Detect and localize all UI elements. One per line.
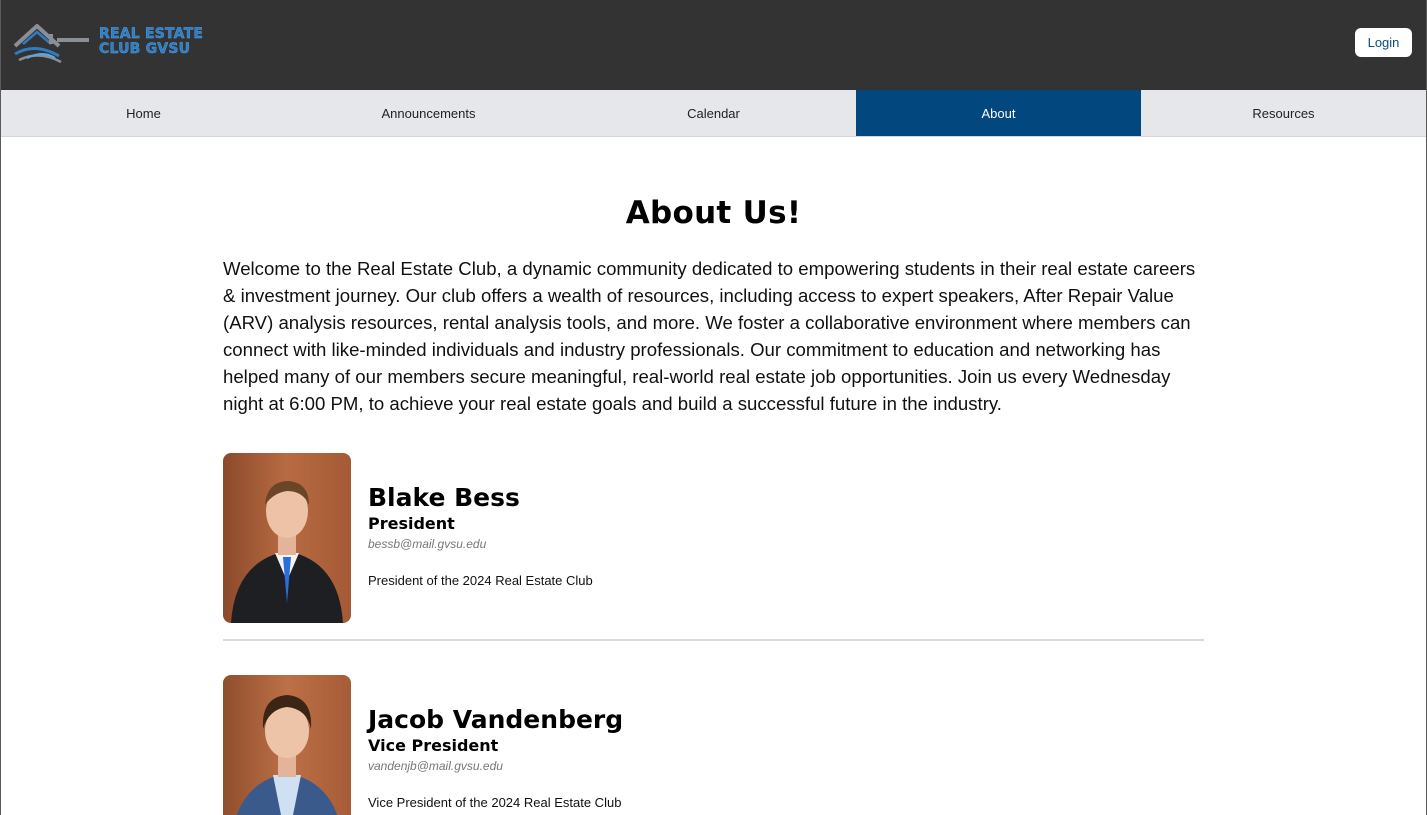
intro-paragraph: Welcome to the Real Estate Club, a dynam… xyxy=(223,258,1196,414)
nav-item-about[interactable]: About xyxy=(856,90,1141,136)
member-info: Blake Bess President bessb@mail.gvsu.edu… xyxy=(368,453,593,588)
member-description: Vice President of the 2024 Real Estate C… xyxy=(368,795,622,810)
member-description: President of the 2024 Real Estate Club xyxy=(368,573,593,588)
page: REAL ESTATE CLUB GVSU Login Home Announc… xyxy=(0,0,1427,815)
member-divider xyxy=(223,639,1204,641)
member-email[interactable]: bessb@mail.gvsu.edu xyxy=(368,537,593,551)
page-title: About Us! xyxy=(625,195,802,231)
main-content: About Us! Welcome to the Real Estate Clu… xyxy=(223,137,1204,815)
member-name: Jacob Vandenberg xyxy=(368,705,624,734)
nav-item-home[interactable]: Home xyxy=(1,90,286,136)
login-button[interactable]: Login xyxy=(1355,28,1412,57)
top-header: REAL ESTATE CLUB GVSU Login xyxy=(1,0,1426,90)
club-logo[interactable]: REAL ESTATE CLUB GVSU xyxy=(13,20,203,64)
nav-item-resources[interactable]: Resources xyxy=(1141,90,1426,136)
house-logo-icon xyxy=(13,24,89,64)
member-photo xyxy=(223,675,351,815)
logo-line-2: CLUB GVSU xyxy=(99,41,191,57)
member-photo xyxy=(223,453,351,623)
logo-line-1: REAL ESTATE xyxy=(99,26,204,42)
member-role: President xyxy=(368,514,455,533)
nav-item-announcements[interactable]: Announcements xyxy=(286,90,571,136)
nav-item-calendar[interactable]: Calendar xyxy=(571,90,856,136)
main-nav: Home Announcements Calendar About Resour… xyxy=(1,90,1426,137)
member-card: Blake Bess President bessb@mail.gvsu.edu… xyxy=(223,453,1204,623)
logo-text: REAL ESTATE CLUB GVSU xyxy=(99,26,204,57)
member-card: Jacob Vandenberg Vice President vandenjb… xyxy=(223,675,1204,815)
member-info: Jacob Vandenberg Vice President vandenjb… xyxy=(368,675,623,810)
member-name: Blake Bess xyxy=(368,483,520,512)
member-email[interactable]: vandenjb@mail.gvsu.edu xyxy=(368,759,623,773)
member-role: Vice President xyxy=(368,736,499,755)
